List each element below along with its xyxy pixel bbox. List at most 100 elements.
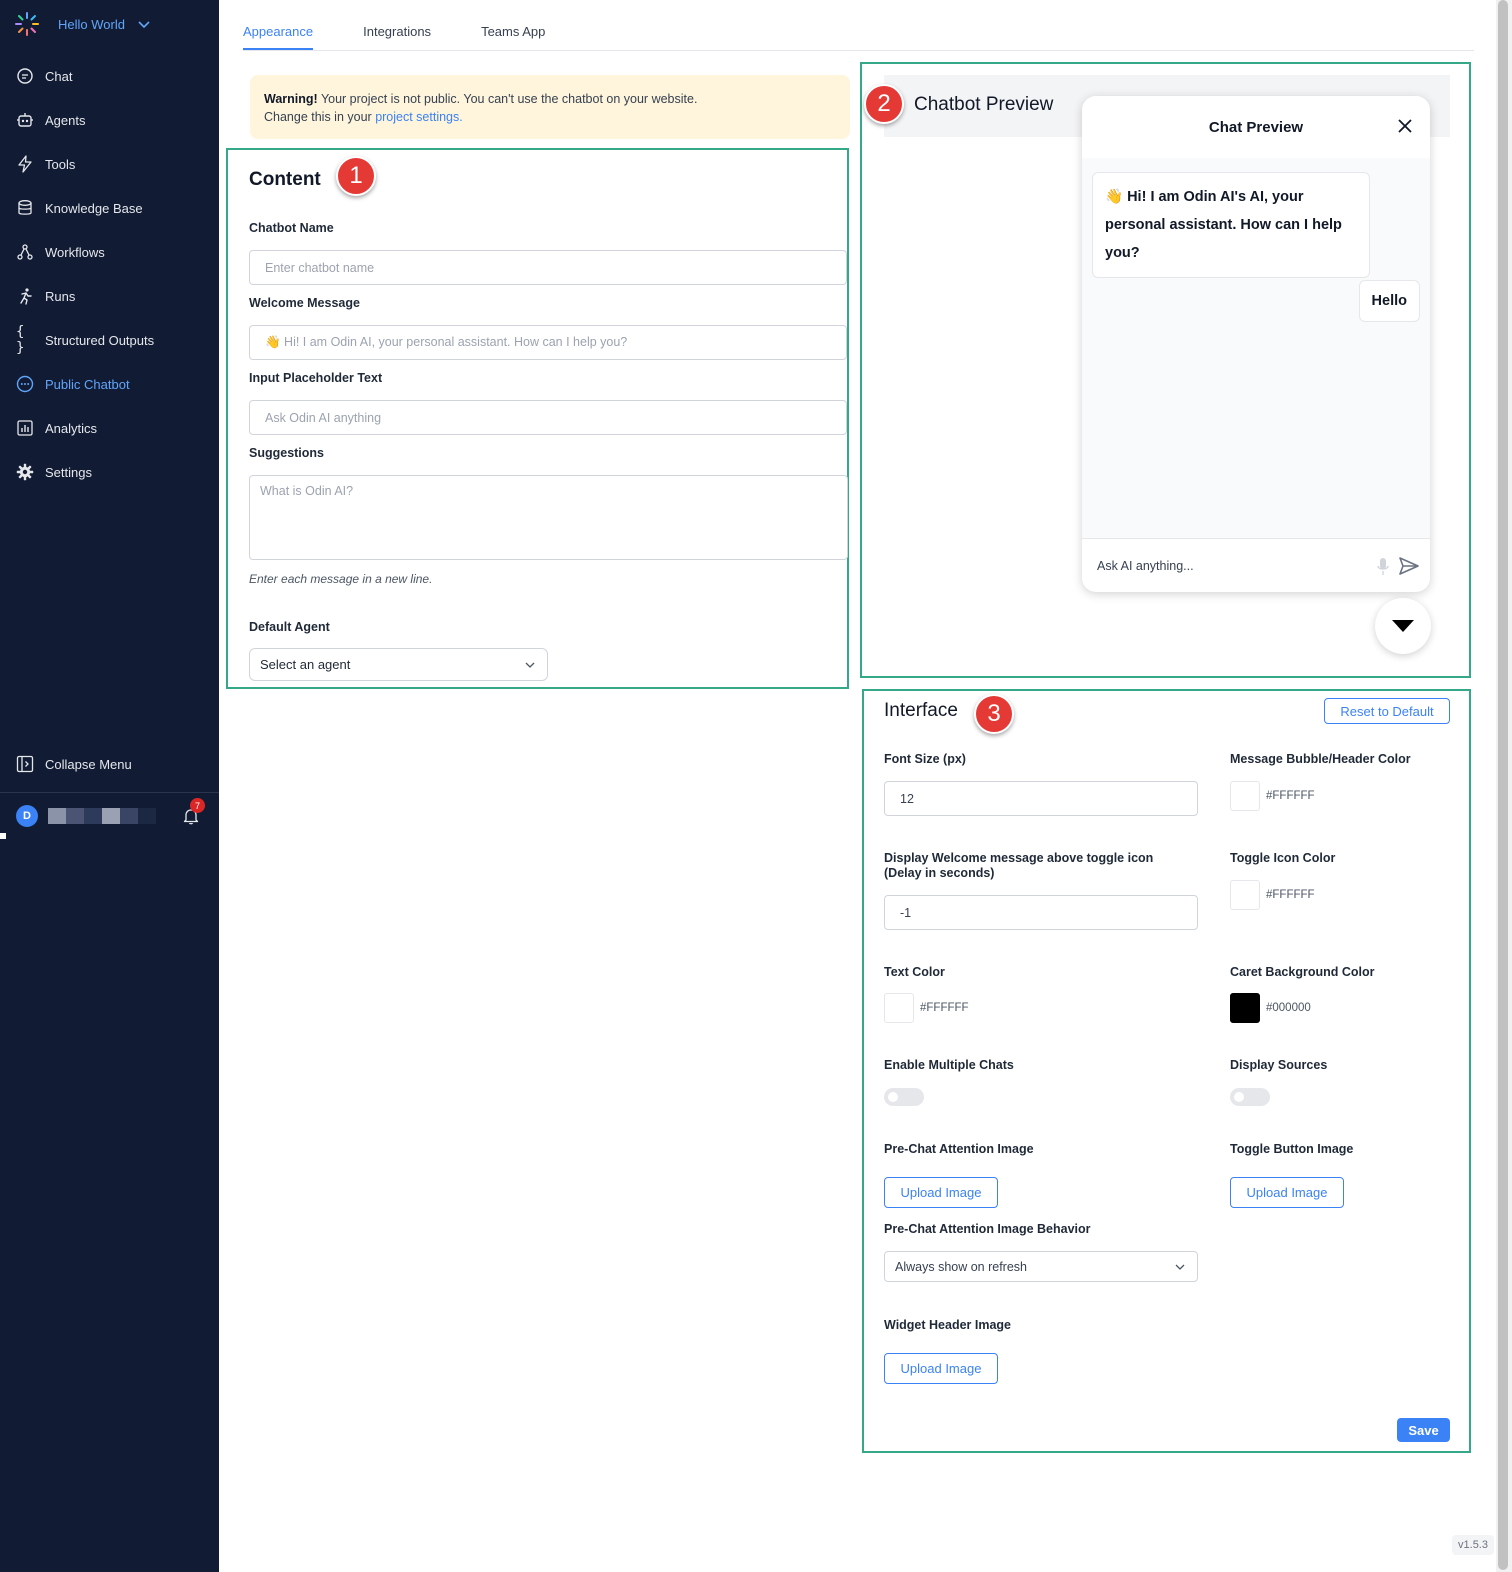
chat-preview-header: Chat Preview [1082, 96, 1430, 158]
sidebar-item-runs[interactable]: Runs [0, 274, 219, 318]
interface-title: Interface [884, 700, 958, 721]
redacted-username [48, 808, 156, 824]
sidebar-nav: Chat Agents Tools Knowledge Base Workflo… [0, 54, 219, 494]
enable-multiple-label: Enable Multiple Chats [884, 1058, 1014, 1072]
tab-integrations[interactable]: Integrations [363, 24, 431, 50]
caret-bg-hex: #000000 [1266, 1002, 1311, 1014]
annotation-badge-3: 3 [974, 694, 1014, 734]
font-size-input[interactable]: 12 [884, 781, 1198, 816]
sidebar-item-label: Runs [45, 288, 76, 304]
bubble-color-label: Message Bubble/Header Color [1230, 752, 1411, 766]
caret-bg-label: Caret Background Color [1230, 965, 1375, 979]
content-title: Content [249, 169, 321, 190]
display-welcome-label: Display Welcome message above toggle ico… [884, 851, 1153, 881]
sidebar-item-label: Agents [45, 112, 86, 128]
user-profile[interactable]: D 7 [0, 793, 219, 839]
sidebar-item-structured-outputs[interactable]: { } Structured Outputs [0, 318, 219, 362]
project-settings-link[interactable]: project settings. [375, 110, 463, 124]
upload-pre-chat-image-button[interactable]: Upload Image [884, 1177, 998, 1208]
welcome-message-input[interactable]: 👋 Hi! I am Odin AI, your personal assist… [249, 325, 847, 360]
sidebar-item-label: Knowledge Base [45, 200, 143, 216]
chatbot-name-input[interactable]: Enter chatbot name [249, 250, 847, 285]
warning-banner: Warning! Your project is not public. You… [250, 75, 850, 139]
close-icon[interactable] [1396, 117, 1414, 135]
suggestions-hint: Enter each message in a new line. [249, 572, 433, 586]
sidebar-item-chat[interactable]: Chat [0, 54, 219, 98]
annotation-badge-2: 2 [864, 84, 904, 124]
font-size-label: Font Size (px) [884, 752, 966, 766]
collapse-menu-button[interactable]: Collapse Menu [0, 742, 219, 786]
input-placeholder-input[interactable]: Ask Odin AI anything [249, 400, 847, 435]
toggle-icon-color-swatch[interactable] [1230, 880, 1260, 910]
text-color-swatch[interactable] [884, 993, 914, 1023]
chat-preview-body: 👋 Hi! I am Odin AI's AI, your personal a… [1082, 158, 1430, 538]
microphone-icon[interactable] [1376, 557, 1390, 577]
upload-widget-header-image-button[interactable]: Upload Image [884, 1353, 998, 1384]
tab-appearance[interactable]: Appearance [243, 24, 314, 50]
input-placeholder-label: Input Placeholder Text [249, 371, 383, 385]
sidebar-item-label: Analytics [45, 420, 98, 436]
display-welcome-label-line2: (Delay in seconds) [884, 866, 995, 880]
version-badge: v1.5.3 [1452, 1535, 1494, 1555]
caret-down-icon [1392, 620, 1414, 632]
suggestions-label: Suggestions [249, 446, 325, 460]
chat-dots-icon [16, 375, 34, 393]
bubble-color-hex: #FFFFFF [1266, 790, 1315, 802]
chatbot-name-placeholder: Enter chatbot name [265, 260, 375, 275]
sidebar-item-public-chatbot[interactable]: Public Chatbot [0, 362, 219, 406]
save-button[interactable]: Save [1397, 1418, 1450, 1442]
chat-preview-window: Chat Preview 👋 Hi! I am Odin AI's AI, yo… [1082, 96, 1430, 592]
sidebar-item-label: Public Chatbot [45, 376, 130, 392]
braces-icon: { } [16, 324, 25, 356]
display-sources-toggle[interactable] [1230, 1088, 1270, 1106]
reset-to-default-button[interactable]: Reset to Default [1324, 698, 1450, 724]
toggle-knob [888, 1092, 898, 1102]
upload-toggle-button-image-button[interactable]: Upload Image [1230, 1177, 1344, 1208]
robot-icon [16, 111, 34, 129]
display-welcome-input[interactable]: -1 [884, 895, 1198, 930]
behavior-value: Always show on refresh [895, 1259, 1028, 1274]
enable-multiple-toggle[interactable] [884, 1088, 924, 1106]
sidebar-item-analytics[interactable]: Analytics [0, 406, 219, 450]
sidebar-item-knowledge-base[interactable]: Knowledge Base [0, 186, 219, 230]
pre-chat-image-label: Pre-Chat Attention Image [884, 1142, 1034, 1156]
input-placeholder-value: Ask Odin AI anything [265, 410, 382, 425]
behavior-label: Pre-Chat Attention Image Behavior [884, 1222, 1091, 1236]
sidebar-item-label: Chat [45, 68, 73, 84]
sidebar-item-workflows[interactable]: Workflows [0, 230, 219, 274]
display-welcome-label-line1: Display Welcome message above toggle ico… [884, 851, 1154, 865]
suggestions-textarea[interactable]: What is Odin AI? [249, 475, 848, 560]
default-agent-value: Select an agent [260, 657, 351, 672]
runner-icon [16, 287, 34, 305]
database-icon [16, 199, 34, 217]
sidebar-item-settings[interactable]: Settings [0, 450, 219, 494]
settings-tabs: Appearance Integrations Teams App [243, 24, 1474, 51]
scrollbar-thumb[interactable] [1498, 0, 1508, 1570]
caret-bg-swatch[interactable] [1230, 993, 1260, 1023]
default-agent-label: Default Agent [249, 620, 330, 634]
default-agent-select[interactable]: Select an agent [249, 648, 548, 681]
logo-icon [15, 12, 39, 36]
sidebar-item-agents[interactable]: Agents [0, 98, 219, 142]
sidebar-item-label: Workflows [45, 244, 105, 260]
text-color-label: Text Color [884, 965, 945, 979]
send-icon[interactable] [1398, 555, 1420, 577]
chat-toggle-button[interactable] [1375, 598, 1431, 654]
warning-text: Your project is not public. You can't us… [317, 92, 698, 106]
gear-icon [16, 463, 34, 481]
corner-artifact [0, 833, 6, 839]
text-color-hex: #FFFFFF [920, 1002, 969, 1014]
tab-teams-app[interactable]: Teams App [481, 24, 545, 50]
sidebar: Hello World Chat Agents Tools Knowledge … [0, 0, 219, 1572]
chat-preview-input[interactable]: Ask AI anything... [1082, 538, 1430, 592]
sidebar-item-label: Settings [45, 464, 92, 480]
widget-header-label: Widget Header Image [884, 1318, 1012, 1332]
bubble-color-swatch[interactable] [1230, 781, 1260, 811]
chatbot-name-label: Chatbot Name [249, 221, 334, 235]
sidebar-item-tools[interactable]: Tools [0, 142, 219, 186]
lightning-icon [16, 155, 34, 173]
notification-badge: 7 [190, 798, 205, 813]
behavior-select[interactable]: Always show on refresh [884, 1251, 1198, 1282]
workspace-switcher[interactable]: Hello World [14, 10, 151, 38]
welcome-message-label: Welcome Message [249, 296, 360, 310]
